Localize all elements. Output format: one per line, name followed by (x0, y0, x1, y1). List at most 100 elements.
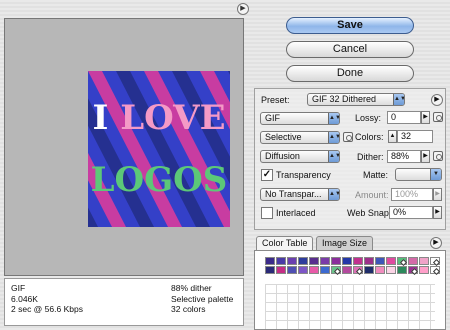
info-palette: Selective palette (171, 293, 234, 304)
interlaced-label: Interlaced (276, 208, 316, 218)
dither-mask-icon[interactable] (433, 151, 443, 161)
amount-arrow-icon: ▶ (433, 188, 442, 201)
matte-label: Matte: (363, 170, 389, 180)
i-love-logos-image: I LOVE LOGOS (88, 71, 230, 227)
color-swatch[interactable] (397, 266, 407, 274)
color-swatch[interactable] (331, 266, 341, 274)
transparency-dither-select[interactable]: No Transpar... ▲▼ (260, 188, 340, 201)
dither-arrow-icon[interactable]: ▶ (421, 150, 430, 163)
palette-mask-icon[interactable] (343, 132, 353, 142)
web-snap-arrow-icon[interactable]: ▶ (433, 206, 442, 219)
color-swatch[interactable] (309, 266, 319, 274)
chevron-down-icon: ▲▼ (393, 94, 404, 105)
chevron-down-icon: ▲▼ (328, 151, 339, 162)
color-table-menu-icon[interactable]: ▶ (430, 237, 442, 249)
file-format-value: GIF (265, 113, 280, 123)
matte-select[interactable]: ▼ (395, 168, 442, 181)
colors-field[interactable]: 32 (397, 130, 433, 143)
preview-panel: I LOVE LOGOS GIF 6.046K 2 sec @ 56.6 Kbp… (0, 0, 248, 330)
web-snap-field[interactable]: 0% (389, 206, 433, 219)
color-swatch[interactable] (364, 266, 374, 274)
optimized-preview[interactable]: I LOVE LOGOS (4, 18, 244, 276)
optimization-info: GIF 6.046K 2 sec @ 56.6 Kbps 88% dither … (4, 278, 244, 326)
tab-color-table[interactable]: Color Table (256, 236, 314, 250)
info-dither: 88% dither (171, 283, 212, 293)
amount-label: Amount: (355, 190, 389, 200)
color-swatch[interactable] (375, 266, 385, 274)
color-swatch[interactable] (342, 266, 352, 274)
lossy-arrow-icon[interactable]: ▶ (421, 111, 430, 124)
dither-label: Dither: (357, 152, 384, 162)
settings-panel: Save Cancel Done Preset: GIF 32 Dithered… (250, 0, 450, 330)
cancel-button[interactable]: Cancel (286, 41, 414, 58)
color-swatch[interactable] (419, 266, 429, 274)
color-swatch[interactable] (386, 266, 396, 274)
color-swatch[interactable] (408, 266, 418, 274)
interlaced-checkbox[interactable] (261, 207, 273, 219)
image-text-line1: I LOVE (93, 98, 226, 138)
color-swatch[interactable] (397, 257, 407, 265)
color-swatch[interactable] (386, 257, 396, 265)
color-swatch[interactable] (265, 257, 275, 265)
color-swatch[interactable] (419, 257, 429, 265)
preset-menu-icon[interactable]: ▶ (431, 94, 443, 106)
image-text-i: I (93, 98, 109, 138)
chevron-down-icon: ▲▼ (328, 189, 339, 200)
dither-algorithm-value: Diffusion (265, 151, 300, 161)
transparency-label: Transparency (276, 170, 331, 180)
color-swatch[interactable] (375, 257, 385, 265)
transparency-dither-value: No Transpar... (265, 189, 322, 199)
amount-field: 100% (391, 188, 433, 201)
color-swatch[interactable] (276, 257, 286, 265)
palette-value: Selective (265, 132, 302, 142)
web-snap-label: Web Snap: (347, 208, 392, 218)
dither-algorithm-select[interactable]: Diffusion ▲▼ (260, 150, 340, 163)
dither-field[interactable]: 88% (387, 150, 421, 163)
info-format: GIF (11, 283, 26, 293)
color-table-panel: Color Table Image Size ▶ (254, 236, 446, 330)
color-swatch[interactable] (430, 266, 440, 274)
preset-select[interactable]: GIF 32 Dithered ▲▼ (307, 93, 405, 106)
image-text-love: LOVE (108, 98, 225, 138)
color-swatch[interactable] (430, 257, 440, 265)
color-swatch[interactable] (353, 266, 363, 274)
color-swatch[interactable] (408, 257, 418, 265)
color-swatch[interactable] (364, 257, 374, 265)
preview-menu-arrow-icon[interactable]: ▶ (237, 3, 249, 15)
preview-image: I LOVE LOGOS (88, 71, 230, 227)
color-swatch[interactable] (353, 257, 363, 265)
color-swatch[interactable] (331, 257, 341, 265)
color-swatch[interactable] (309, 257, 319, 265)
lossy-mask-icon[interactable] (433, 112, 443, 122)
chevron-down-icon: ▲▼ (328, 132, 339, 143)
info-colors: 32 colors (171, 304, 206, 314)
tab-image-size[interactable]: Image Size (316, 236, 374, 250)
color-swatch[interactable] (276, 266, 286, 274)
palette-select[interactable]: Selective ▲▼ (260, 131, 340, 144)
color-swatch[interactable] (342, 257, 352, 265)
file-format-select[interactable]: GIF ▲▼ (260, 112, 340, 125)
done-button[interactable]: Done (286, 65, 414, 82)
color-table (254, 250, 446, 330)
chevron-down-icon: ▲▼ (328, 113, 339, 124)
preset-label: Preset: (261, 95, 290, 105)
color-swatch[interactable] (298, 257, 308, 265)
lossy-label: Lossy: (355, 113, 382, 123)
image-text-line2: LOGOS (91, 160, 228, 200)
color-swatch[interactable] (320, 257, 330, 265)
chevron-down-icon: ▼ (430, 169, 441, 180)
color-swatch[interactable] (287, 266, 297, 274)
color-swatch[interactable] (265, 266, 275, 274)
info-speed: 2 sec @ 56.6 Kbps (11, 304, 83, 314)
lossy-field[interactable]: 0 (387, 111, 421, 124)
color-swatch[interactable] (287, 257, 297, 265)
color-table-empty-grid (265, 284, 435, 329)
color-swatch[interactable] (298, 266, 308, 274)
info-size: 6.046K (11, 293, 38, 304)
optimize-settings: Preset: GIF 32 Dithered ▲▼ ▶ GIF ▲▼ Loss… (254, 88, 446, 230)
save-button[interactable]: Save (286, 17, 414, 34)
colors-label: Colors: (355, 132, 384, 142)
colors-stepper-icon[interactable]: ▲ (388, 130, 397, 143)
color-swatch[interactable] (320, 266, 330, 274)
transparency-checkbox[interactable]: ✓ (261, 169, 273, 181)
